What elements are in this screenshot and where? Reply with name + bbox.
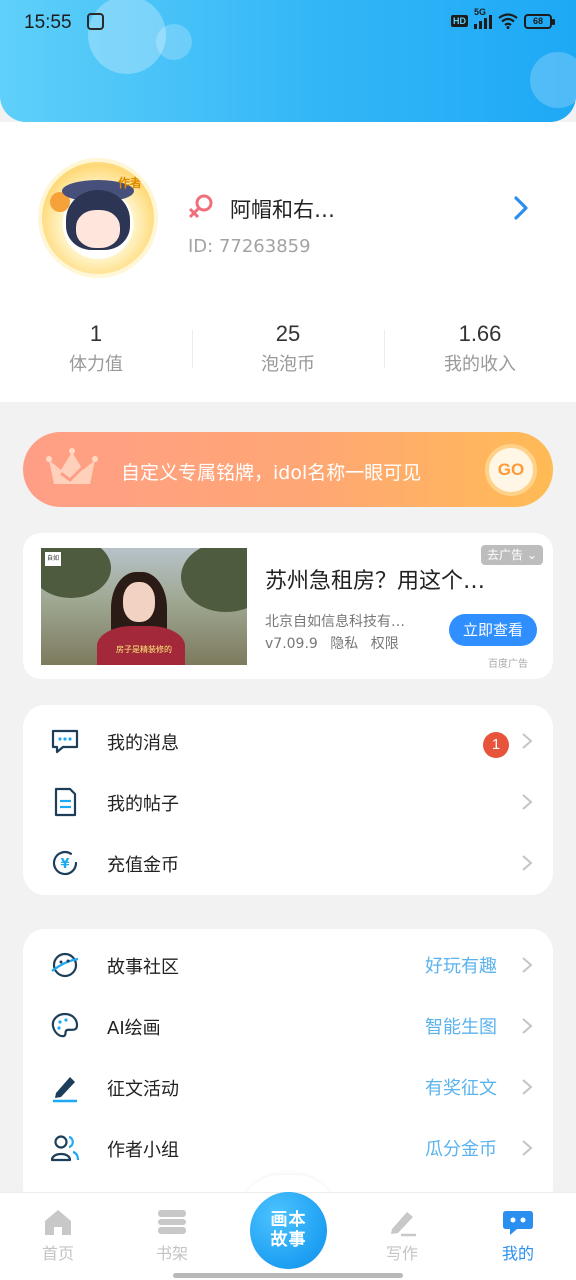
stat-value: 1.66 <box>458 321 502 346</box>
tab-bookshelf[interactable]: 书架 <box>132 1207 212 1264</box>
ad-source-label: 百度广告 <box>488 659 528 670</box>
menu-card-primary: 我的消息 1 我的帖子 ¥ 充值金币 <box>23 705 553 895</box>
tab-label: 写作 <box>385 1244 418 1263</box>
center-label-line1: 画本 <box>270 1210 307 1230</box>
tab-label: 书架 <box>155 1244 188 1263</box>
picture-story-button[interactable]: 画本 故事 <box>250 1192 327 1269</box>
stat-value: 25 <box>275 321 301 346</box>
user-nickname[interactable]: 阿帽和右… <box>230 194 335 224</box>
menu-card-secondary: 故事社区 好玩有趣 AI绘画 智能生图 征文活动 有奖征文 作者小组 瓜分金币 <box>23 929 553 1209</box>
stat-income[interactable]: 1.66 我的收入 <box>384 320 576 380</box>
avatar[interactable]: 作者 <box>42 162 154 274</box>
ad-privacy-link[interactable]: 隐私 <box>330 636 358 652</box>
profile-icon <box>503 1211 533 1235</box>
menu-item-posts[interactable]: 我的帖子 <box>23 771 553 831</box>
user-id: ID: 77263859 <box>188 236 311 257</box>
chevron-right-icon <box>522 1018 533 1034</box>
coin-icon: ¥ <box>52 850 78 876</box>
chevron-right-icon <box>522 1140 533 1156</box>
tab-home[interactable]: 首页 <box>18 1207 98 1264</box>
status-bar: 15:55 HD 5G 68 <box>0 0 576 46</box>
decor-bubble <box>530 52 576 108</box>
menu-label: AI绘画 <box>107 1018 161 1039</box>
menu-item-messages[interactable]: 我的消息 1 <box>23 710 553 770</box>
chevron-right-icon[interactable] <box>510 194 532 222</box>
menu-label: 作者小组 <box>107 1140 179 1161</box>
remove-ad-button[interactable]: 去广告 ⌄ <box>481 545 543 565</box>
chevron-right-icon <box>522 855 533 871</box>
status-indicators: HD 5G 68 <box>451 7 555 29</box>
stat-stamina[interactable]: 1 体力值 <box>0 320 192 380</box>
female-gender-icon <box>188 194 213 219</box>
unread-badge: 1 <box>483 732 509 758</box>
message-icon <box>51 729 79 754</box>
menu-hint: 好玩有趣 <box>425 956 497 977</box>
menu-hint: 有奖征文 <box>425 1078 497 1099</box>
home-icon <box>45 1210 71 1235</box>
author-tag: 作者 <box>118 176 143 190</box>
menu-item-author-group[interactable]: 作者小组 瓜分金币 <box>23 1117 553 1177</box>
menu-hint: 瓜分金币 <box>425 1139 497 1160</box>
nameplate-banner[interactable]: 自定义专属铭牌，idol名称一眼可见 GO <box>23 432 553 507</box>
center-label-line2: 故事 <box>270 1230 307 1250</box>
home-indicator[interactable] <box>173 1273 403 1278</box>
ad-card[interactable]: 自如 房子是精装修的 去广告 ⌄ 苏州急租房？用这个… 北京自如信息科技有… v… <box>23 533 553 679</box>
ad-view-button[interactable]: 立即查看 <box>449 614 537 646</box>
stats-row: 1 体力值 25 泡泡币 1.66 我的收入 <box>0 320 576 380</box>
menu-label: 征文活动 <box>107 1079 179 1100</box>
ad-company: 北京自如信息科技有… <box>265 614 405 630</box>
menu-item-ai-painting[interactable]: AI绘画 智能生图 <box>23 995 553 1055</box>
stat-value: 1 <box>89 321 103 346</box>
signal-icon: 5G <box>474 7 492 29</box>
svg-text:¥: ¥ <box>60 857 69 872</box>
stat-label: 泡泡币 <box>261 354 315 375</box>
ad-permissions-link[interactable]: 权限 <box>371 636 399 652</box>
profile-card: 作者 阿帽和右… ID: 77263859 1 体力值 25 泡泡币 1.66 … <box>0 122 576 402</box>
menu-item-writing-contest[interactable]: 征文活动 有奖征文 <box>23 1056 553 1116</box>
tab-profile[interactable]: 我的 <box>478 1207 558 1264</box>
ad-image[interactable]: 自如 房子是精装修的 <box>41 548 247 665</box>
menu-item-recharge[interactable]: ¥ 充值金币 <box>23 832 553 892</box>
tab-label: 我的 <box>501 1244 534 1263</box>
advertiser-logo: 自如 <box>45 552 61 566</box>
stat-label: 我的收入 <box>444 354 516 375</box>
menu-label: 我的消息 <box>107 733 179 754</box>
chevron-right-icon <box>522 1079 533 1095</box>
status-time: 15:55 <box>24 12 72 33</box>
menu-item-story-community[interactable]: 故事社区 好玩有趣 <box>23 934 553 994</box>
ad-meta: v7.09.9 隐私 权限 <box>265 633 407 653</box>
crown-icon <box>46 448 98 484</box>
app-notification-icon <box>87 13 104 30</box>
palette-icon <box>51 1012 79 1038</box>
stat-label: 体力值 <box>69 354 123 375</box>
chevron-right-icon <box>522 794 533 810</box>
stat-bubble-coins[interactable]: 25 泡泡币 <box>192 320 384 380</box>
battery-icon: 68 <box>524 13 555 29</box>
post-icon <box>54 787 77 817</box>
ad-title[interactable]: 苏州急租房？用这个… <box>265 563 485 595</box>
chevron-right-icon <box>522 733 533 749</box>
planet-icon <box>51 952 79 978</box>
menu-hint: 智能生图 <box>425 1017 497 1038</box>
menu-label: 充值金币 <box>107 855 179 876</box>
menu-label: 我的帖子 <box>107 794 179 815</box>
ad-image-subtitle: 房子是精装修的 <box>116 645 172 654</box>
go-button[interactable]: GO <box>485 444 537 496</box>
menu-label: 故事社区 <box>107 957 179 978</box>
bookshelf-icon <box>158 1210 186 1234</box>
ad-version: v7.09.9 <box>265 636 318 652</box>
pen-icon <box>53 1077 77 1103</box>
write-icon <box>391 1212 416 1237</box>
group-icon <box>50 1135 80 1162</box>
tab-label: 首页 <box>41 1244 74 1263</box>
signal-label: 5G <box>474 7 487 17</box>
wifi-icon <box>498 13 518 29</box>
chevron-right-icon <box>522 957 533 973</box>
hd-icon: HD <box>451 15 468 27</box>
tab-write[interactable]: 写作 <box>362 1207 442 1264</box>
banner-text: 自定义专属铭牌，idol名称一眼可见 <box>121 462 422 484</box>
